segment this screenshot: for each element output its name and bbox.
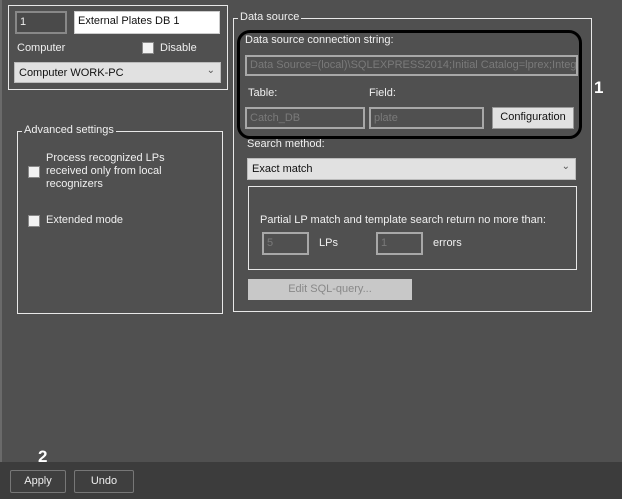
partial-match-text: Partial LP match and template search ret…: [260, 214, 546, 226]
connection-string-field[interactable]: Data Source=(local)\SQLEXPRESS2014;Initi…: [245, 55, 578, 76]
configuration-button[interactable]: Configuration: [492, 107, 574, 129]
table-label: Table:: [248, 87, 278, 99]
field-field[interactable]: plate: [369, 107, 484, 129]
undo-button[interactable]: Undo: [74, 470, 134, 493]
lps-label: LPs: [319, 237, 338, 249]
left-edge: [0, 0, 2, 499]
field-label: Field:: [369, 87, 396, 99]
connection-string-label: Data source connection string:: [245, 34, 394, 46]
apply-button[interactable]: Apply: [10, 470, 66, 493]
errors-label: errors: [433, 237, 462, 249]
table-field[interactable]: Catch_DB: [245, 107, 365, 129]
id-field[interactable]: 1: [15, 11, 67, 34]
advanced-settings-title: Advanced settings: [22, 124, 116, 137]
errors-field[interactable]: 1: [376, 232, 423, 255]
extended-mode-label: Extended mode: [46, 214, 124, 226]
process-local-label: Process recognized LPs received only fro…: [46, 152, 165, 190]
disable-checkbox[interactable]: [142, 42, 154, 54]
lps-field[interactable]: 5: [262, 232, 309, 255]
computer-select-value: Computer WORK-PC: [19, 67, 124, 79]
computer-label: Computer: [17, 42, 66, 54]
chevron-down-icon: ⌄: [561, 161, 570, 172]
search-method-label: Search method:: [247, 138, 325, 150]
computer-select[interactable]: Computer WORK-PC ⌄: [14, 62, 221, 83]
partial-match-group: [248, 186, 577, 270]
data-source-title: Data source: [238, 11, 302, 24]
chevron-down-icon: ⌄: [206, 65, 215, 76]
callout-1: 1: [594, 78, 604, 97]
callout-2: 2: [38, 447, 48, 466]
edit-sql-query-button[interactable]: Edit SQL-query...: [248, 279, 412, 300]
process-local-checkbox[interactable]: [28, 166, 40, 178]
name-field[interactable]: External Plates DB 1: [74, 11, 220, 34]
search-method-value: Exact match: [252, 163, 313, 175]
disable-label: Disable: [160, 42, 197, 54]
search-method-select[interactable]: Exact match ⌄: [247, 158, 576, 180]
extended-mode-checkbox[interactable]: [28, 215, 40, 227]
